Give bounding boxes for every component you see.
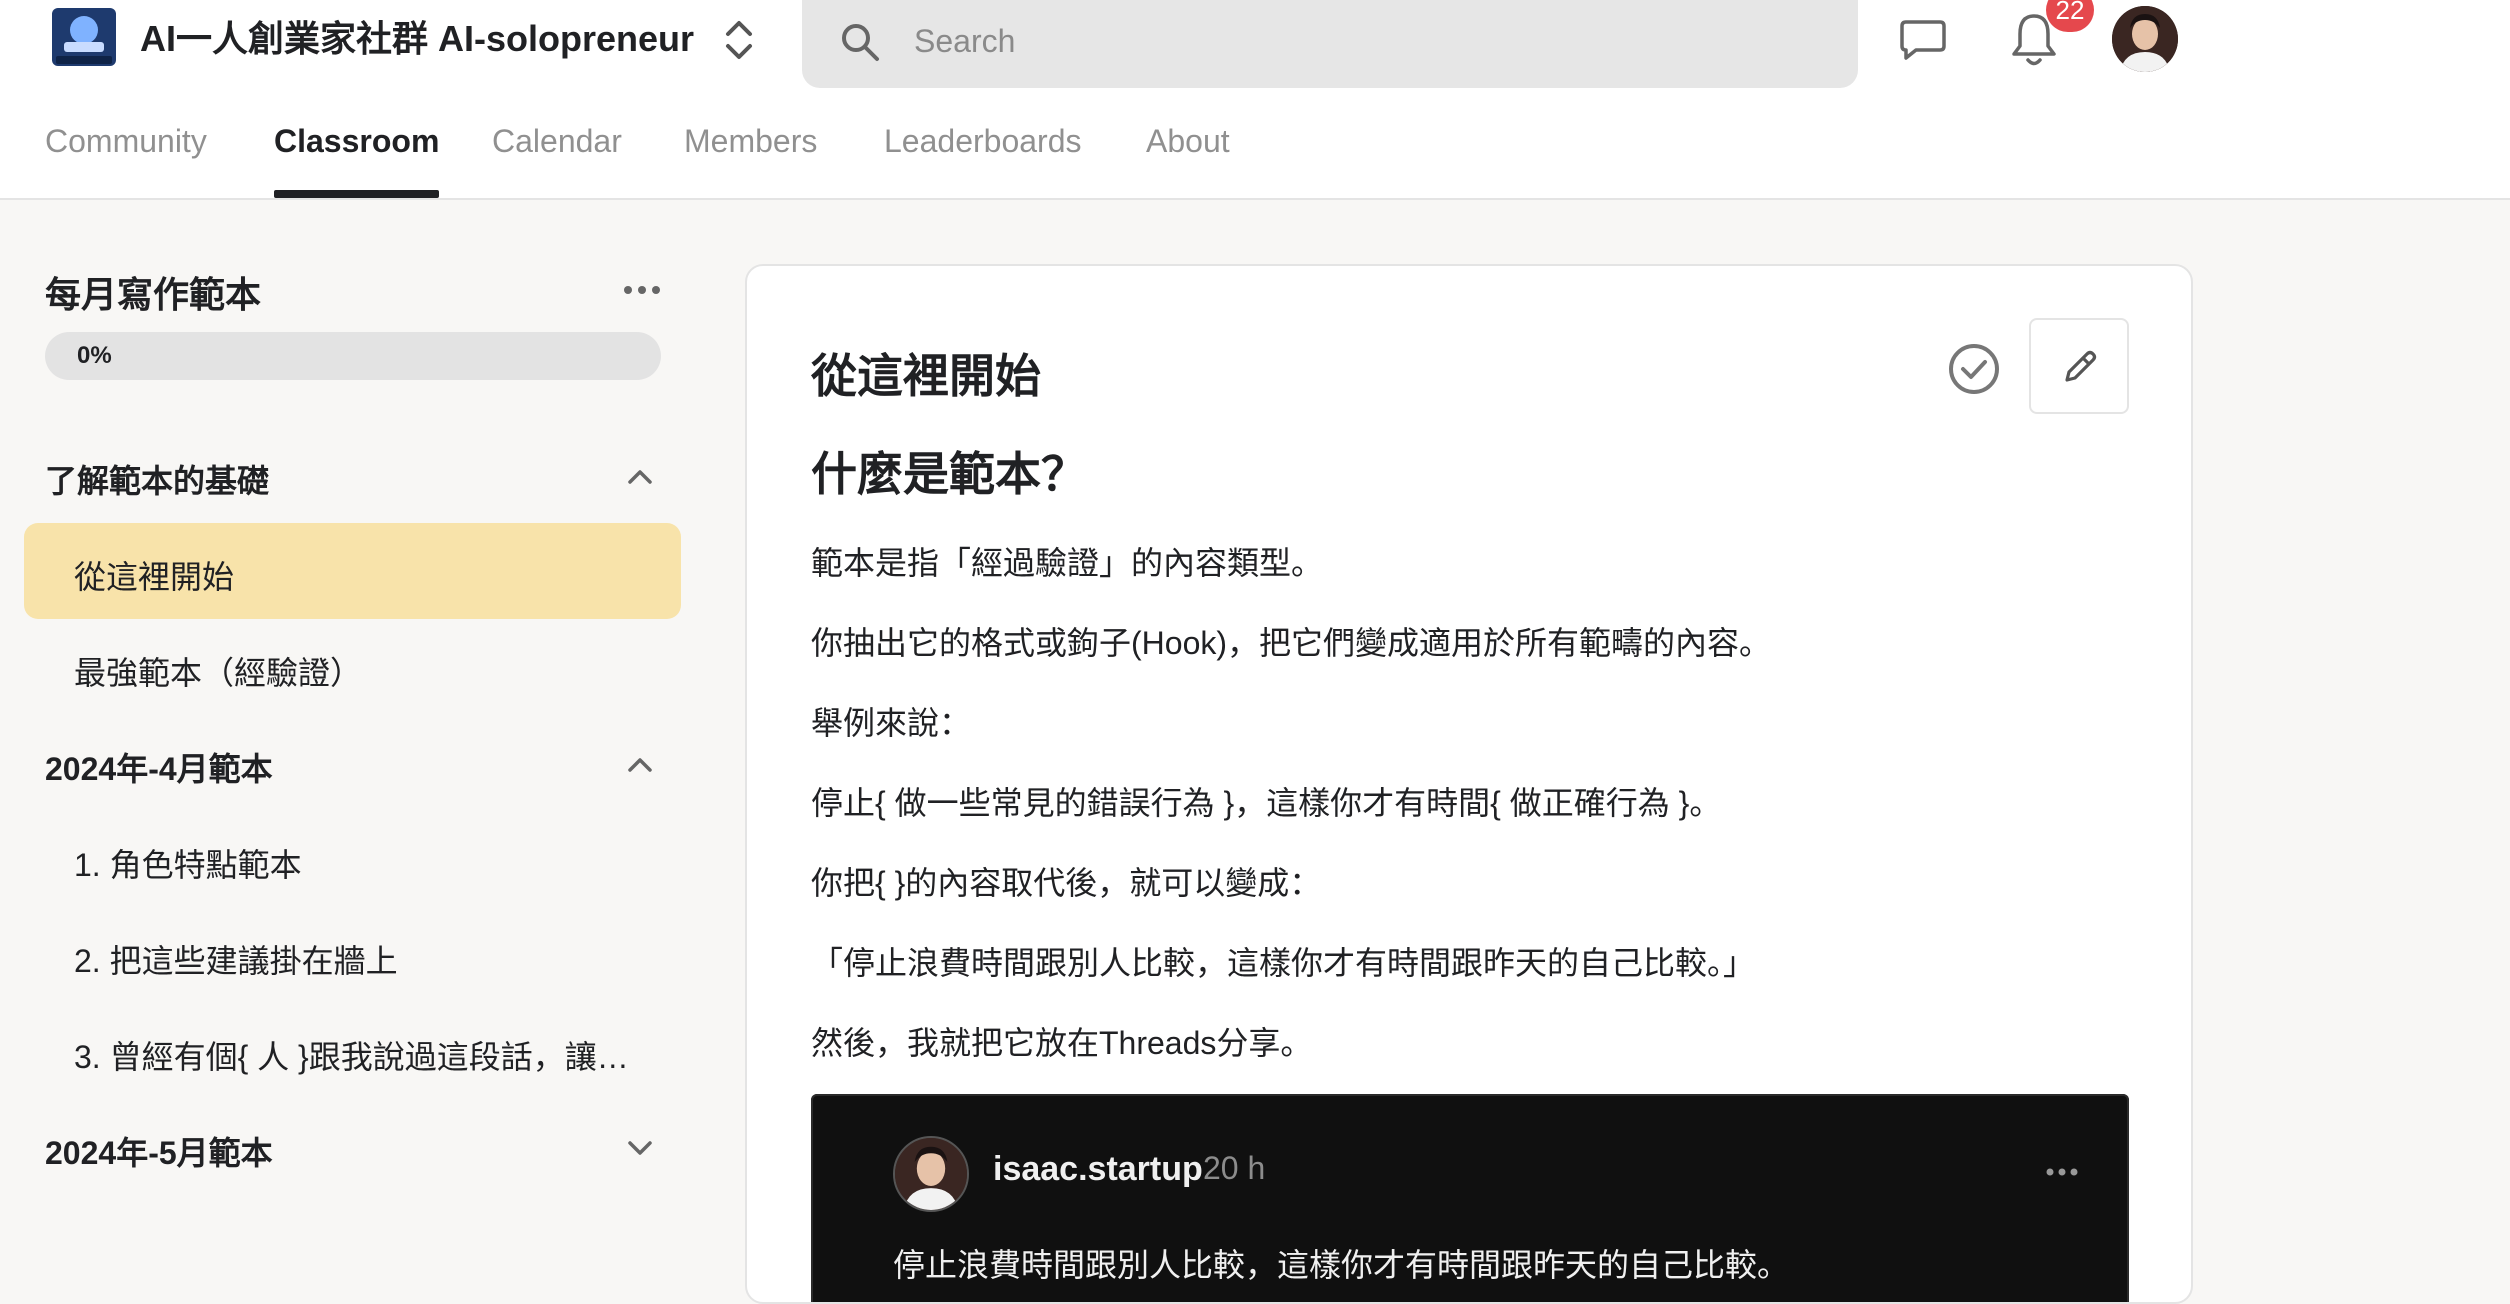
check-circle-icon[interactable] <box>1947 342 2001 396</box>
tab-classroom[interactable]: Classroom <box>274 104 440 198</box>
tab-calendar[interactable]: Calendar <box>492 104 622 198</box>
lesson-item-active[interactable]: 從這裡開始 <box>74 552 654 598</box>
embed-timestamp: 20 h <box>1203 1150 1266 1186</box>
search-bar[interactable] <box>802 0 1858 88</box>
lesson-item[interactable]: 2. 把這些建議掛在牆上 <box>74 936 654 982</box>
course-sidebar: 每月寫作範本 0% 了解範本的基礎 從這裡開始 最強範本（經驗證） 2024年-… <box>0 200 700 1270</box>
lesson-heading: 什麼是範本？ <box>811 448 1087 500</box>
chevron-up-icon[interactable] <box>620 456 660 496</box>
paragraph: 舉例來說： <box>811 705 972 741</box>
more-icon[interactable] <box>2045 1166 2079 1178</box>
paragraph: 你抽出它的格式或鉤子(Hook)，把它們變成適用於所有範疇的內容。 <box>811 625 1772 661</box>
section-title[interactable]: 2024年-5月範本 <box>45 1128 273 1174</box>
tab-community[interactable]: Community <box>45 104 207 198</box>
paragraph: 停止{ 做一些常見的錯誤行為 }，這樣你才有時間{ 做正確行為 }。 <box>811 785 1722 821</box>
course-title: 每月寫作範本 <box>45 274 262 315</box>
top-header: AI一人創業家社群 AI-solopreneur 22 Community Cl… <box>0 0 2510 200</box>
chevron-down-icon[interactable] <box>620 1128 660 1168</box>
course-more-icon[interactable] <box>618 276 666 304</box>
search-input[interactable] <box>912 0 1816 82</box>
course-progress-bar: 0% <box>45 332 661 380</box>
paragraph: 你把{ }的內容取代後，就可以變成： <box>811 865 1322 901</box>
progress-label: 0% <box>77 342 112 369</box>
edit-button[interactable] <box>2029 318 2129 414</box>
embed-avatar <box>893 1136 969 1212</box>
paragraph: 「停止浪費時間跟別人比較，這樣你才有時間跟昨天的自己比較。」 <box>811 945 1756 981</box>
lesson-item[interactable]: 1. 角色特點範本 <box>74 840 654 886</box>
pencil-icon <box>2065 350 2097 382</box>
lesson-item[interactable]: 3. 曾經有個{ 人 }跟我說過這段話，讓我... <box>74 1032 654 1078</box>
tab-members[interactable]: Members <box>684 104 817 198</box>
lesson-content-card: 從這裡開始 什麼是範本？ 範本是指「經過驗證」的內容類型。 你抽出它的格式或鉤子… <box>745 264 2193 1304</box>
embed-post-text: 停止浪費時間跟別人比較，這樣你才有時間跟昨天的自己比較。 <box>893 1247 1790 1283</box>
user-avatar[interactable] <box>2112 6 2178 72</box>
group-logo[interactable] <box>50 6 118 68</box>
group-name[interactable]: AI一人創業家社群 AI-solopreneur <box>140 14 694 64</box>
lesson-item[interactable]: 最強範本（經驗證） <box>74 648 654 694</box>
section-title[interactable]: 了解範本的基礎 <box>45 456 269 502</box>
embed-username[interactable]: isaac.startup <box>993 1150 1203 1189</box>
lesson-title: 從這裡開始 <box>811 350 1041 402</box>
threads-embed[interactable]: isaac.startup 20 h 停止浪費時間跟別人比較，這樣你才有時間跟昨… <box>811 1094 2129 1302</box>
group-switcher-icon[interactable] <box>722 16 756 64</box>
paragraph: 然後，我就把它放在Threads分享。 <box>811 1025 1313 1061</box>
paragraph: 範本是指「經過驗證」的內容類型。 <box>811 545 1324 581</box>
chat-icon[interactable] <box>1898 16 1948 64</box>
chevron-up-icon[interactable] <box>620 744 660 784</box>
search-icon <box>842 24 879 61</box>
tab-about[interactable]: About <box>1146 104 1230 198</box>
section-title[interactable]: 2024年-4月範本 <box>45 744 273 790</box>
tab-leaderboards[interactable]: Leaderboards <box>884 104 1081 198</box>
